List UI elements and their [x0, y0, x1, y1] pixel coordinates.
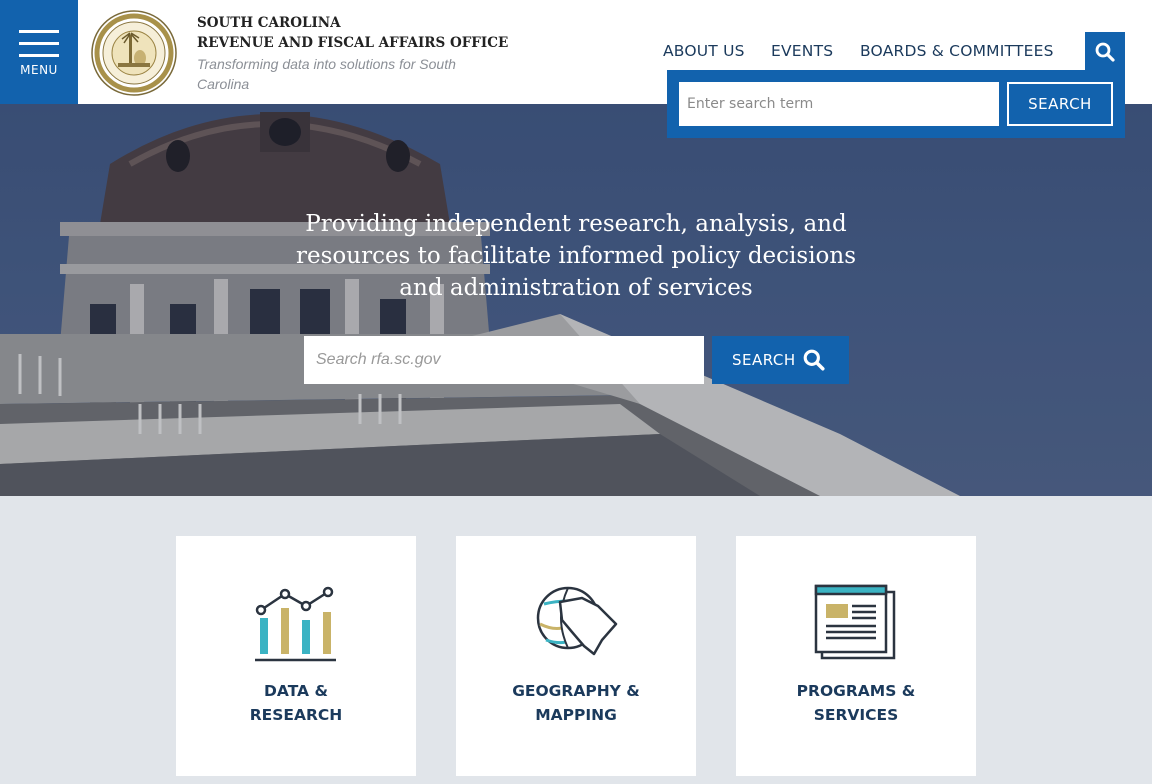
state-seal-logo[interactable]: [90, 9, 178, 97]
card-geography-mapping[interactable]: GEOGRAPHY & MAPPING: [456, 536, 696, 776]
search-toggle-button[interactable]: [1085, 32, 1125, 72]
hero-headline: Providing independent research, analysis…: [296, 211, 857, 301]
nav-about-us[interactable]: ABOUT US: [663, 42, 745, 60]
brand-tagline: Transforming data into solutions for Sou…: [197, 56, 456, 92]
hero-search-button[interactable]: SEARCH: [712, 336, 849, 384]
hamburger-icon: [19, 30, 59, 58]
menu-label: MENU: [20, 63, 58, 77]
dropdown-search-button[interactable]: SEARCH: [1007, 82, 1113, 126]
nav-events[interactable]: EVENTS: [771, 42, 833, 60]
dropdown-search-input[interactable]: [679, 82, 999, 126]
globe-map-icon: [536, 586, 618, 656]
card-title: PROGRAMS & SERVICES: [796, 682, 916, 724]
search-dropdown: SEARCH: [667, 70, 1125, 138]
document-icon: [814, 584, 896, 660]
hero-search-input[interactable]: [304, 336, 704, 384]
card-title: GEOGRAPHY & MAPPING: [512, 682, 640, 724]
search-icon: [803, 349, 825, 371]
hero-banner: Providing independent research, analysis…: [0, 104, 1152, 496]
brand-line-1: SOUTH CAROLINA: [197, 15, 341, 31]
nav-boards-committees[interactable]: BOARDS & COMMITTEES: [860, 42, 1054, 60]
site-brand[interactable]: SOUTH CAROLINA REVENUE AND FISCAL AFFAIR…: [197, 13, 508, 94]
menu-button[interactable]: MENU: [0, 0, 78, 104]
bar-chart-icon: [255, 586, 336, 662]
search-icon: [1095, 42, 1115, 62]
card-data-research[interactable]: DATA & RESEARCH: [176, 536, 416, 776]
hero-search-button-label: SEARCH: [732, 351, 796, 369]
brand-line-2: REVENUE AND FISCAL AFFAIRS OFFICE: [197, 35, 509, 51]
card-programs-services[interactable]: PROGRAMS & SERVICES: [736, 536, 976, 776]
card-title: DATA & RESEARCH: [249, 682, 343, 724]
